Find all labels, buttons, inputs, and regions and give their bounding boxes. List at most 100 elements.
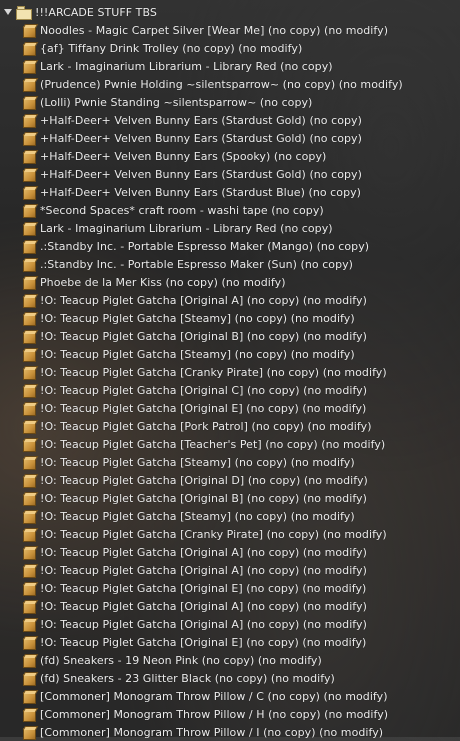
inventory-item-label: !O: Teacup Piglet Gatcha [Original E] (n…	[40, 581, 367, 595]
inventory-item-label: (Prudence) Pwnie Holding ~silentsparrow~…	[40, 77, 403, 91]
object-box-icon	[22, 329, 39, 344]
inventory-item[interactable]: !O: Teacup Piglet Gatcha [Pork Patrol] (…	[0, 417, 460, 435]
inventory-item-label: [Commoner] Monogram Throw Pillow / H (no…	[40, 707, 389, 721]
inventory-item-label: {af} Tiffany Drink Trolley (no copy) (no…	[40, 41, 303, 55]
object-box-icon	[22, 545, 39, 560]
inventory-item[interactable]: *Second Spaces* craft room - washi tape …	[0, 201, 460, 219]
object-box-icon	[22, 95, 39, 110]
inventory-item-label: !O: Teacup Piglet Gatcha [Steamy] (no co…	[40, 347, 355, 361]
inventory-item[interactable]: Noodles - Magic Carpet Silver [Wear Me] …	[0, 21, 460, 39]
inventory-item-label: !O: Teacup Piglet Gatcha [Original E] (n…	[40, 401, 367, 415]
inventory-item-label: +Half-Deer+ Velven Bunny Ears (Stardust …	[40, 167, 362, 181]
inventory-item[interactable]: +Half-Deer+ Velven Bunny Ears (Stardust …	[0, 165, 460, 183]
folder-label: !!!ARCADE STUFF TBS	[35, 5, 157, 19]
inventory-item[interactable]: !O: Teacup Piglet Gatcha [Steamy] (no co…	[0, 507, 460, 525]
inventory-item[interactable]: [Commoner] Monogram Throw Pillow / C (no…	[0, 687, 460, 705]
object-box-icon	[22, 527, 39, 542]
inventory-item[interactable]: !O: Teacup Piglet Gatcha [Original A] (n…	[0, 291, 460, 309]
inventory-item[interactable]: !O: Teacup Piglet Gatcha [Original B] (n…	[0, 489, 460, 507]
object-box-icon	[22, 617, 39, 632]
object-box-icon	[22, 455, 39, 470]
object-box-icon	[22, 563, 39, 578]
inventory-item-label: !O: Teacup Piglet Gatcha [Original A] (n…	[40, 545, 367, 559]
inventory-item[interactable]: +Half-Deer+ Velven Bunny Ears (Stardust …	[0, 183, 460, 201]
inventory-item[interactable]: Lark - Imaginarium Librarium - Library R…	[0, 219, 460, 237]
inventory-item-label: !O: Teacup Piglet Gatcha [Cranky Pirate]…	[40, 527, 387, 541]
inventory-item-label: (Lolli) Pwnie Standing ~silentsparrow~ (…	[40, 95, 313, 109]
inventory-item-label: Lark - Imaginarium Librarium - Library R…	[40, 221, 333, 235]
inventory-item[interactable]: Phoebe de la Mer Kiss (no copy) (no modi…	[0, 273, 460, 291]
inventory-item[interactable]: Lark - Imaginarium Librarium - Library R…	[0, 57, 460, 75]
inventory-item[interactable]: !O: Teacup Piglet Gatcha [Original A] (n…	[0, 543, 460, 561]
object-box-icon	[22, 311, 39, 326]
object-box-icon	[22, 257, 39, 272]
object-box-icon	[22, 131, 39, 146]
object-box-icon	[22, 77, 39, 92]
inventory-item[interactable]: +Half-Deer+ Velven Bunny Ears (Stardust …	[0, 111, 460, 129]
object-box-icon	[22, 113, 39, 128]
inventory-item-label: +Half-Deer+ Velven Bunny Ears (Spooky) (…	[40, 149, 327, 163]
inventory-item-label: !O: Teacup Piglet Gatcha [Teacher's Pet]…	[40, 437, 386, 451]
inventory-item-label: !O: Teacup Piglet Gatcha [Cranky Pirate]…	[40, 365, 387, 379]
inventory-item[interactable]: (fd) Sneakers - 19 Neon Pink (no copy) (…	[0, 651, 460, 669]
inventory-item[interactable]: !O: Teacup Piglet Gatcha [Teacher's Pet]…	[0, 435, 460, 453]
object-box-icon	[22, 167, 39, 182]
inventory-item-label: +Half-Deer+ Velven Bunny Ears (Stardust …	[40, 113, 362, 127]
inventory-item[interactable]: (fd) Sneakers - 23 Glitter Black (no cop…	[0, 669, 460, 687]
inventory-item-label: !O: Teacup Piglet Gatcha [Steamy] (no co…	[40, 509, 355, 523]
inventory-item[interactable]: [Commoner] Monogram Throw Pillow / H (no…	[0, 705, 460, 723]
inventory-item-label: !O: Teacup Piglet Gatcha [Original A] (n…	[40, 617, 367, 631]
object-box-icon	[22, 221, 39, 236]
inventory-item[interactable]: !O: Teacup Piglet Gatcha [Original E] (n…	[0, 633, 460, 651]
inventory-item[interactable]: (Prudence) Pwnie Holding ~silentsparrow~…	[0, 75, 460, 93]
inventory-item[interactable]: .:Standby Inc. - Portable Espresso Maker…	[0, 255, 460, 273]
inventory-item[interactable]: !O: Teacup Piglet Gatcha [Original A] (n…	[0, 615, 460, 633]
inventory-item[interactable]: {af} Tiffany Drink Trolley (no copy) (no…	[0, 39, 460, 57]
object-box-icon	[22, 59, 39, 74]
inventory-item[interactable]: !O: Teacup Piglet Gatcha [Original E] (n…	[0, 399, 460, 417]
inventory-item[interactable]: !O: Teacup Piglet Gatcha [Original A] (n…	[0, 561, 460, 579]
inventory-item[interactable]: +Half-Deer+ Velven Bunny Ears (Spooky) (…	[0, 147, 460, 165]
object-box-icon	[22, 419, 39, 434]
object-box-icon	[22, 401, 39, 416]
object-box-icon	[22, 653, 39, 668]
object-box-icon	[22, 203, 39, 218]
inventory-item-label: !O: Teacup Piglet Gatcha [Pork Patrol] (…	[40, 419, 372, 433]
object-box-icon	[22, 581, 39, 596]
inventory-item[interactable]: !O: Teacup Piglet Gatcha [Original C] (n…	[0, 381, 460, 399]
object-box-icon	[22, 689, 39, 704]
object-box-icon	[22, 599, 39, 614]
folder-row-arcade-stuff[interactable]: !!!ARCADE STUFF TBS	[0, 3, 460, 21]
inventory-item[interactable]: !O: Teacup Piglet Gatcha [Original A] (n…	[0, 597, 460, 615]
inventory-item-label: Lark - Imaginarium Librarium - Library R…	[40, 59, 333, 73]
inventory-item-label: !O: Teacup Piglet Gatcha [Steamy] (no co…	[40, 455, 355, 469]
inventory-item[interactable]: !O: Teacup Piglet Gatcha [Steamy] (no co…	[0, 309, 460, 327]
object-box-icon	[22, 383, 39, 398]
inventory-item[interactable]: !O: Teacup Piglet Gatcha [Steamy] (no co…	[0, 345, 460, 363]
inventory-item-label: +Half-Deer+ Velven Bunny Ears (Stardust …	[40, 131, 362, 145]
expand-arrow-icon[interactable]	[4, 9, 12, 15]
object-box-icon	[22, 491, 39, 506]
object-box-icon	[22, 365, 39, 380]
inventory-item-label: !O: Teacup Piglet Gatcha [Original A] (n…	[40, 599, 367, 613]
object-box-icon	[22, 41, 39, 56]
inventory-item-label: .:Standby Inc. - Portable Espresso Maker…	[40, 239, 370, 253]
inventory-item[interactable]: .:Standby Inc. - Portable Espresso Maker…	[0, 237, 460, 255]
inventory-item-label: Noodles - Magic Carpet Silver [Wear Me] …	[40, 23, 389, 37]
inventory-item[interactable]: !O: Teacup Piglet Gatcha [Steamy] (no co…	[0, 453, 460, 471]
inventory-item[interactable]: +Half-Deer+ Velven Bunny Ears (Stardust …	[0, 129, 460, 147]
inventory-item[interactable]: !O: Teacup Piglet Gatcha [Cranky Pirate]…	[0, 363, 460, 381]
object-box-icon	[22, 437, 39, 452]
object-box-icon	[22, 635, 39, 650]
inventory-item[interactable]: !O: Teacup Piglet Gatcha [Original B] (n…	[0, 327, 460, 345]
inventory-item[interactable]: !O: Teacup Piglet Gatcha [Original E] (n…	[0, 579, 460, 597]
object-box-icon	[22, 23, 39, 38]
object-box-icon	[22, 185, 39, 200]
object-box-icon	[22, 275, 39, 290]
inventory-item[interactable]: [Commoner] Monogram Throw Pillow / I (no…	[0, 723, 460, 741]
inventory-item-label: !O: Teacup Piglet Gatcha [Original A] (n…	[40, 293, 367, 307]
inventory-item[interactable]: !O: Teacup Piglet Gatcha [Original D] (n…	[0, 471, 460, 489]
inventory-item-label: *Second Spaces* craft room - washi tape …	[40, 203, 324, 217]
inventory-item[interactable]: (Lolli) Pwnie Standing ~silentsparrow~ (…	[0, 93, 460, 111]
inventory-item[interactable]: !O: Teacup Piglet Gatcha [Cranky Pirate]…	[0, 525, 460, 543]
